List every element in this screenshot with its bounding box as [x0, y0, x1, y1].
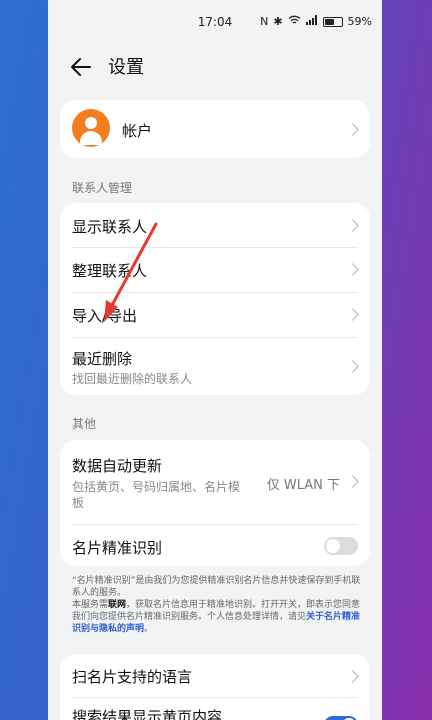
annotation-arrow-icon [104, 222, 158, 322]
